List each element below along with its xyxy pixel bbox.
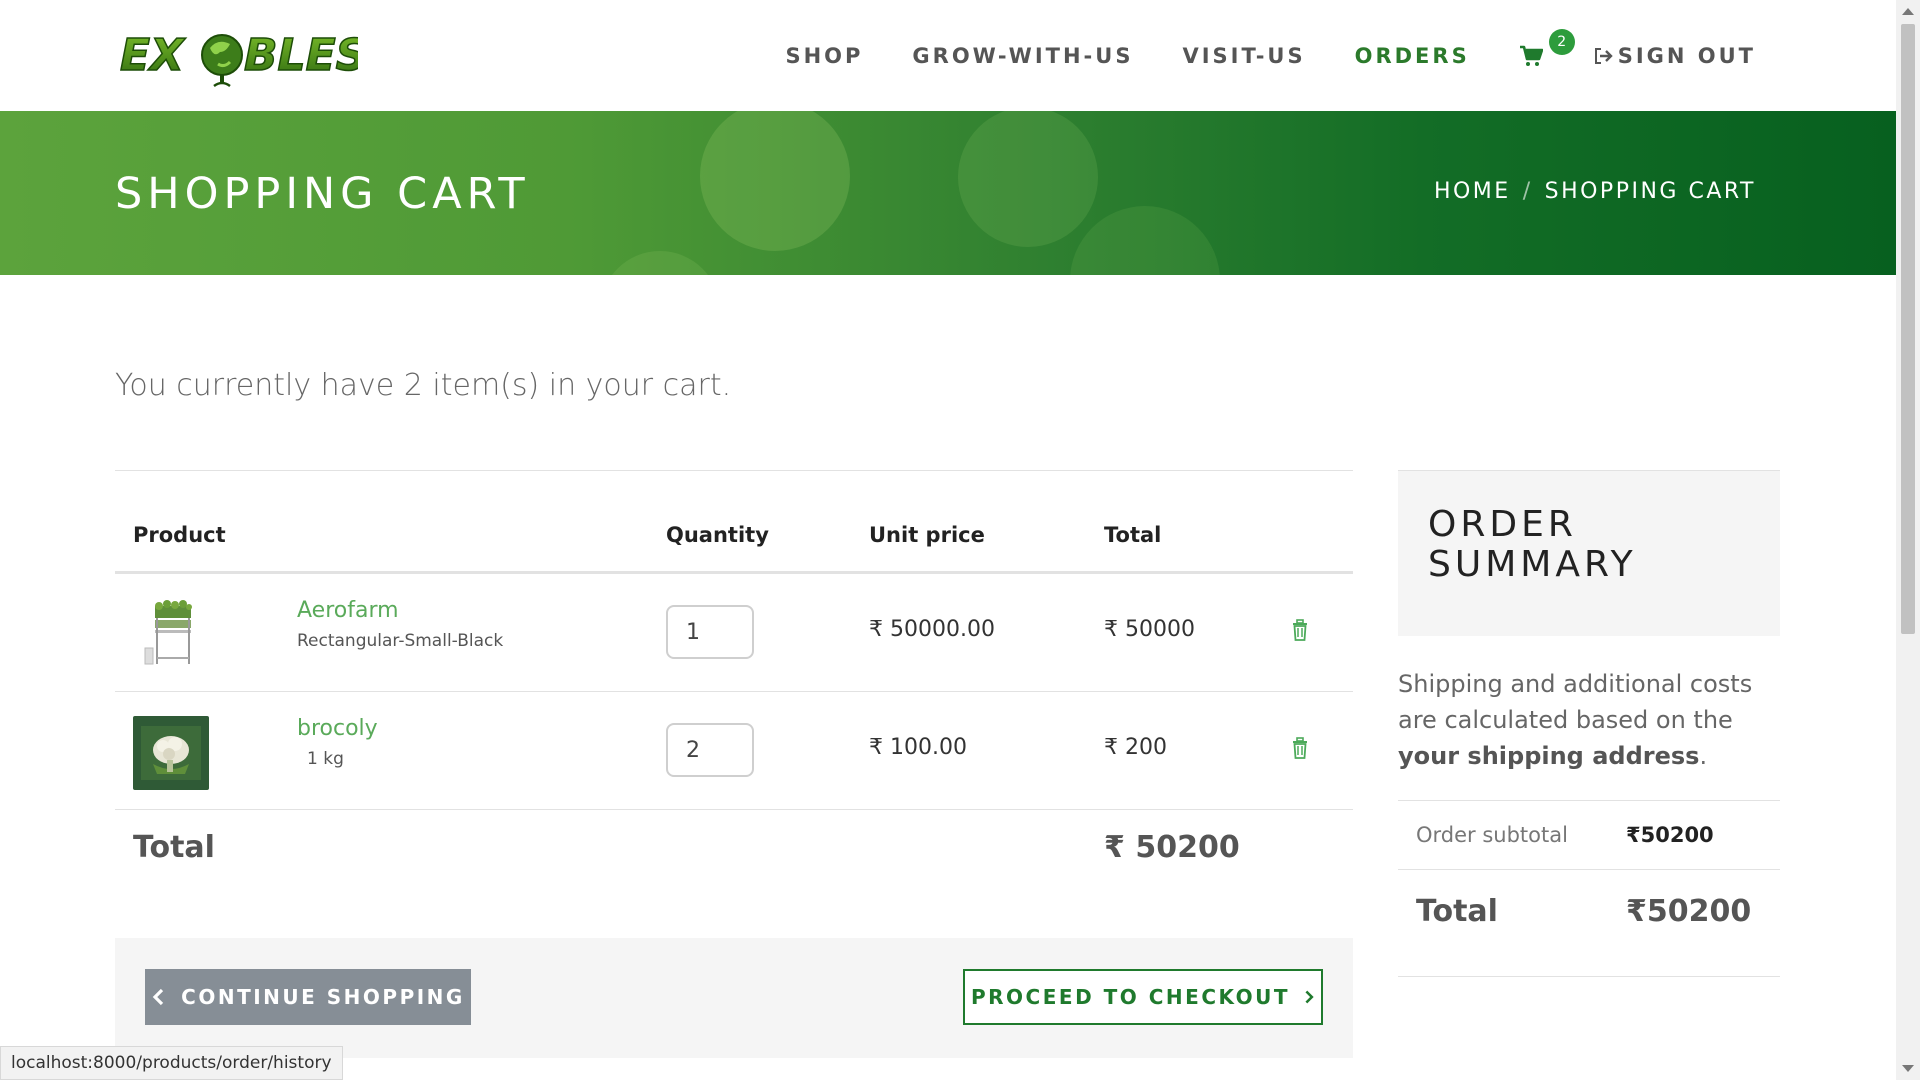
nav-orders[interactable]: ORDERS [1355,44,1470,68]
column-header-unit-price: Unit price [869,523,985,547]
scrollbar-thumb[interactable] [1901,24,1915,634]
chevron-left-icon [152,988,164,1006]
subtotal-label: Order subtotal [1416,823,1568,847]
breadcrumb-current: SHOPPING CART [1544,179,1756,204]
scroll-up-arrow-icon[interactable] [1902,8,1914,15]
breadcrumb-home[interactable]: HOME [1434,179,1511,204]
sign-out-icon [1594,48,1613,64]
trash-icon[interactable] [1290,737,1310,759]
trash-icon[interactable] [1290,619,1310,641]
column-header-product: Product [133,523,226,547]
product-name-link[interactable]: brocoly [297,716,378,741]
sign-out-label: SIGN OUT [1617,44,1756,68]
cart-link[interactable]: 2 [1519,29,1575,69]
subtotal-value: ₹50200 [1626,823,1714,847]
continue-shopping-button[interactable]: CONTINUE SHOPPING [145,969,471,1025]
nav-grow-with-us[interactable]: GROW-WITH-US [912,44,1133,68]
shopping-cart-icon [1519,45,1543,66]
continue-shopping-label: CONTINUE SHOPPING [181,985,465,1009]
column-header-quantity: Quantity [666,523,769,547]
broccoli-product-image[interactable] [133,716,209,790]
sign-out-link[interactable]: SIGN OUT [1594,44,1756,68]
cart-actions: CONTINUE SHOPPING PROCEED TO CHECKOUT [115,938,1353,1058]
cart-total-label: Total [133,830,215,865]
quantity-input[interactable] [666,723,754,777]
cart-table-header: Product Quantity Unit price Total [115,471,1353,574]
scroll-down-arrow-icon[interactable] [1902,1065,1914,1072]
order-summary: ORDER SUMMARY Shipping and additional co… [1398,470,1780,977]
breadcrumb-separator: / [1522,179,1533,204]
nav-visit-us[interactable]: VISIT-US [1182,44,1305,68]
cart-table: Product Quantity Unit price Total Aerofa… [115,470,1353,1058]
bokeh-decoration [600,251,720,275]
page-title: SHOPPING CART [115,169,530,219]
main-nav: SHOP GROW-WITH-US VISIT-US ORDERS 2 SIGN… [736,29,1756,69]
product-name-link[interactable]: Aerofarm [297,598,399,623]
unit-price: ₹ 50000.00 [869,617,995,642]
summary-total-label: Total [1416,894,1498,929]
checkout-label: PROCEED TO CHECKOUT [971,985,1290,1009]
cart-row: Aerofarm Rectangular-Small-Black ₹ 50000… [115,574,1353,692]
exobles-logo[interactable]: EX BLES [118,24,358,90]
shipping-note-text: Shipping and additional costs are calcul… [1398,670,1753,734]
summary-total-row: Total ₹50200 [1398,869,1780,977]
unit-price: ₹ 100.00 [869,735,967,760]
bokeh-decoration [700,111,850,251]
quantity-input[interactable] [666,605,754,659]
product-variant: Rectangular-Small-Black [297,631,504,651]
summary-total-value: ₹50200 [1626,894,1752,929]
chevron-right-icon [1305,990,1314,1004]
nav-shop[interactable]: SHOP [785,44,863,68]
breadcrumb: HOME / SHOPPING CART [1434,179,1756,204]
bokeh-decoration [958,111,1098,247]
line-total: ₹ 50000 [1104,617,1195,642]
site-header: EX BLES SHOP GROW-WITH-US VISIT-US ORDER… [0,0,1896,111]
shipping-note: Shipping and additional costs are calcul… [1398,666,1780,774]
browser-status-bar: localhost:8000/products/order/history [0,1046,343,1080]
summary-subtotal-row: Order subtotal ₹50200 [1398,800,1780,869]
line-total: ₹ 200 [1104,735,1167,760]
cart-row: brocoly 1 kg ₹ 100.00 ₹ 200 [115,692,1353,810]
cart-total-value: ₹ 50200 [1104,830,1240,865]
cart-count-text: You currently have 2 item(s) in your car… [115,368,732,403]
cart-count-badge: 2 [1548,29,1575,55]
order-summary-header: ORDER SUMMARY [1398,470,1780,636]
aerofarm-product-image[interactable] [133,598,209,672]
shipping-note-emphasis: your shipping address [1398,742,1700,770]
column-header-total: Total [1104,523,1162,547]
cart-total-row: Total ₹ 50200 [115,810,1353,938]
product-variant: 1 kg [307,749,344,769]
svg-text:BLES: BLES [244,30,358,81]
order-summary-title: ORDER SUMMARY [1428,504,1637,585]
bokeh-decoration [1070,206,1220,275]
shipping-note-period: . [1699,742,1708,770]
vertical-scrollbar[interactable] [1896,0,1920,1080]
svg-text:EX: EX [120,30,186,81]
page-hero-banner: SHOPPING CART HOME / SHOPPING CART [0,111,1896,275]
proceed-to-checkout-button[interactable]: PROCEED TO CHECKOUT [963,969,1323,1025]
